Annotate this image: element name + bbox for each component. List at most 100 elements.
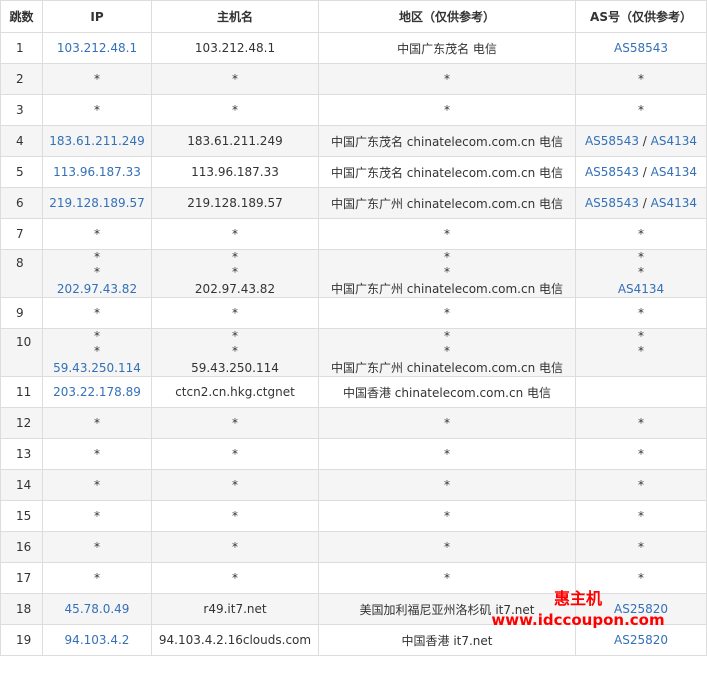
as-value: * [638,227,644,241]
ip-value[interactable]: 45.78.0.49 [65,602,130,616]
as-value: * [638,265,644,279]
header-host: 主机名 [151,0,319,33]
ip-value[interactable]: 94.103.4.2 [65,633,130,647]
hostname-cell: * [151,218,319,250]
ip-value: * [94,329,100,344]
region-cell: * [318,531,576,563]
host-value: 113.96.187.33 [191,165,279,179]
ip-value[interactable]: 103.212.48.1 [57,41,137,55]
as-link[interactable]: AS58543 [585,165,639,179]
host-value: * [232,227,238,241]
hop-number: 3 [0,94,43,126]
host-value: * [232,344,238,358]
region-cell: 中国广东广州 chinatelecom.com.cn 电信 [318,187,576,219]
hop-number: 12 [0,407,43,439]
as-value[interactable]: AS58543 [614,41,668,55]
host-value: * [232,416,238,430]
ip-value: * [94,103,100,117]
hostname-cell: 113.96.187.33 [151,156,319,188]
ip-value[interactable]: 113.96.187.33 [53,165,141,179]
as-cell: AS58543 [575,32,707,64]
as-link[interactable]: AS58543 [585,134,639,148]
as-value[interactable]: AS25820 [614,633,668,647]
hop-number: 13 [0,438,43,470]
table-row: 11 203.22.178.89 ctcn2.cn.hkg.ctgnet 中国香港 c… [0,376,707,408]
host-value: 94.103.4.2.16clouds.com [158,633,312,647]
as-value[interactable]: AS58543 / AS4134 [585,165,697,179]
host-value: * [232,329,238,344]
region-cell: * [318,469,576,501]
hop-number: 10 [0,328,43,377]
ip-value[interactable]: 203.22.178.89 [53,385,141,399]
as-cell: * [575,297,707,329]
table-row: 7 * * * * [0,218,707,250]
ip-value: * [94,540,100,554]
hop-number: 15 [0,500,43,532]
as-cell: * [575,469,707,501]
host-value: r49.it7.net [203,602,267,616]
hostname-cell: * [151,63,319,95]
traceroute-rows: 1 103.212.48.1 103.212.48.1 中国广东茂名 电信 AS5854… [0,32,707,656]
region-cell: 中国广东茂名 chinatelecom.com.cn 电信 [318,156,576,188]
region-value: * [444,447,450,461]
region-value: 中国香港 it7.net [401,633,493,648]
table-row: 3 * * * * [0,94,707,126]
as-link[interactable]: AS4134 [651,134,697,148]
as-value: * [638,509,644,523]
as-value[interactable]: AS58543 / AS4134 [585,196,697,210]
host-value: 103.212.48.1 [194,41,276,55]
as-cell: * [575,218,707,250]
as-value: * [638,571,644,585]
hop-number: 9 [0,297,43,329]
ip-value[interactable]: 219.128.189.57 [49,196,144,210]
as-cell: * [575,94,707,126]
host-value: * [232,509,238,523]
ip-cell: * [42,531,152,563]
ip-cell: * [42,438,152,470]
ip-value: * [94,306,100,320]
region-value: * [444,478,450,492]
ip-value[interactable]: 183.61.211.249 [49,134,144,148]
ip-cell: * [42,63,152,95]
ip-cell: * [42,469,152,501]
header-as: AS号（仅供参考） [575,0,707,33]
as-value: * [638,103,644,117]
as-cell: * [575,407,707,439]
hop-number: 17 [0,562,43,594]
traceroute-table: 跳数 IP 主机名 地区（仅供参考） AS号（仅供参考） 1 103.212.48… [0,0,707,656]
table-row: 13 * * * * [0,438,707,470]
hostname-cell: * [151,297,319,329]
host-value: * [232,571,238,585]
region-cell: 中国广东茂名 chinatelecom.com.cn 电信 [318,125,576,157]
region-value: * [444,509,450,523]
region-cell: * [318,297,576,329]
host-value: * [232,265,238,279]
as-separator: / [638,134,651,148]
host-value: * [232,540,238,554]
table-row: 10 * * 59.43.250.114 * * 59.43.250.114 * * 中国广东广州… [0,328,707,377]
as-link[interactable]: AS4134 [651,165,697,179]
table-row: 14 * * * * [0,469,707,501]
as-link[interactable]: AS58543 [585,196,639,210]
as-value: * [638,306,644,320]
as-value[interactable]: AS58543 / AS4134 [585,134,697,148]
ip-value[interactable]: 202.97.43.82 [44,282,151,297]
region-cell: * [318,63,576,95]
as-value[interactable]: AS4134 [577,282,706,297]
table-header-row: 跳数 IP 主机名 地区（仅供参考） AS号（仅供参考） [0,0,707,33]
hostname-cell: r49.it7.net [151,593,319,625]
as-cell: AS58543 / AS4134 [575,187,707,219]
hostname-cell: * * 59.43.250.114 [151,328,319,377]
as-link[interactable]: AS4134 [651,196,697,210]
hop-number: 1 [0,32,43,64]
host-value: * [232,250,238,265]
region-cell: * [318,438,576,470]
ip-cell: 219.128.189.57 [42,187,152,219]
hop-number: 4 [0,125,43,157]
hostname-cell: 219.128.189.57 [151,187,319,219]
region-value: 中国广东茂名 chinatelecom.com.cn 电信 [330,165,564,180]
ip-value[interactable]: 59.43.250.114 [44,361,151,376]
region-cell: * [318,407,576,439]
ip-value: * [94,416,100,430]
hop-number: 8 [0,249,43,298]
